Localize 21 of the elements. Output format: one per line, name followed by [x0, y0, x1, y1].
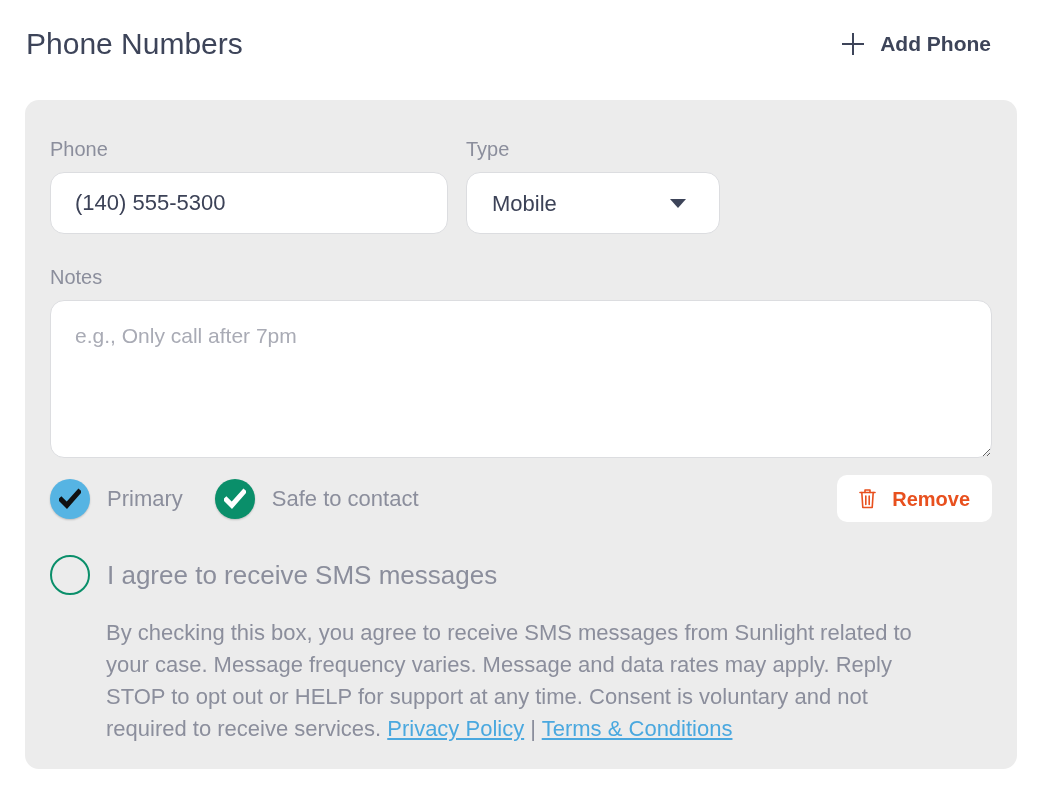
checkbox-label: Primary [107, 485, 183, 513]
phone-input[interactable]: (140) 555-5300 [50, 172, 448, 234]
consent-disclaimer: By checking this box, you agree to receive SMS messages from Sunlight related to your case. Message frequency varies. Message and data rates may apply. Reply STOP to opt out or HELP for support at any time. Consent is voluntary and not required to receive services. Privacy Policy | Terms & Conditions [106, 619, 913, 743]
plus-icon [842, 33, 865, 55]
field-label: Type [466, 137, 510, 161]
field-label: Notes [50, 265, 103, 289]
add-phone-button[interactable]: Add Phone [834, 22, 999, 66]
checkbox-label: Safe to contact [271, 485, 419, 513]
checkbox[interactable] [50, 478, 90, 519]
caret-icon [670, 198, 686, 208]
checkbox[interactable] [50, 555, 90, 595]
remove-button[interactable]: Remove [837, 475, 992, 522]
notes-textarea[interactable]: e.g., Only call after 7pm [50, 300, 992, 458]
checkbox-label: I agree to receive SMS messages [107, 558, 498, 592]
checkbox[interactable] [214, 478, 255, 519]
section-title: Phone Numbers [25, 26, 243, 62]
check-icon [59, 487, 81, 510]
trash-icon [859, 488, 877, 509]
field-label: Phone [50, 137, 108, 161]
type-select[interactable]: Mobile [466, 172, 720, 234]
check-icon [223, 487, 246, 510]
